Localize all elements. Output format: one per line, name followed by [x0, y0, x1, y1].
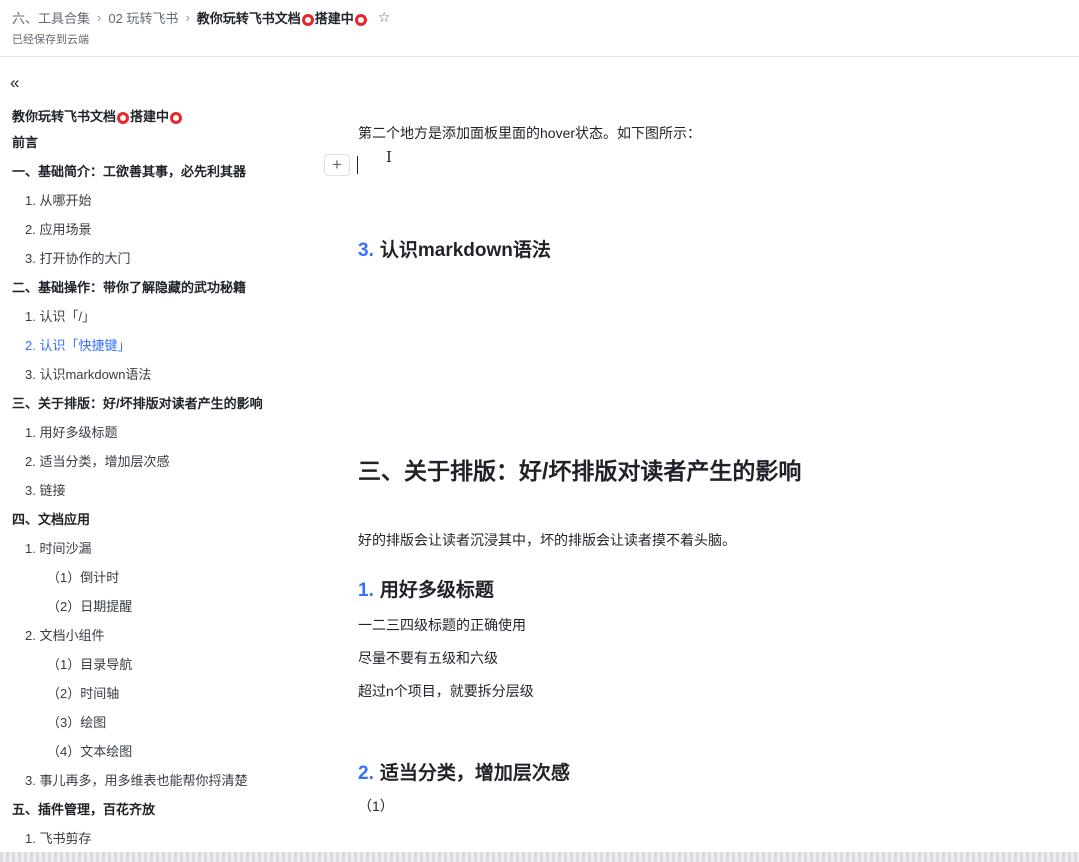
toc-item-drawing[interactable]: （3）绘图 [0, 708, 300, 737]
heading-number: 2. [358, 763, 374, 784]
toc-item-toc-nav[interactable]: （1）目录导航 [0, 650, 300, 679]
heading-text: 认识markdown语法 [379, 240, 551, 261]
toc-item-preface[interactable]: 前言 [0, 128, 300, 157]
red-circle-icon [354, 14, 367, 26]
toc-item-collaboration[interactable]: 3. 打开协作的大门 [0, 244, 300, 273]
toc-title-prefix: 教你玩转飞书文档 [12, 109, 117, 124]
toc-item-classify[interactable]: 2. 适当分类，增加层次感 [0, 447, 300, 476]
paragraph-line-1[interactable]: 一二三四级标题的正确使用 [358, 615, 526, 635]
toc-item-hourglass[interactable]: 1. 时间沙漏 [0, 534, 300, 563]
breadcrumb-current-doc[interactable]: 教你玩转飞书文档 搭建中 [197, 8, 368, 27]
chevron-right-icon: › [185, 10, 190, 25]
toc-item-links[interactable]: 3. 链接 [0, 476, 300, 505]
toc-item-layout[interactable]: 三、关于排版：好/坏排版对读者产生的影响 [0, 389, 300, 418]
text-cursor-icon: I [386, 148, 392, 166]
chevron-right-icon: › [97, 10, 102, 25]
paragraph-layout-intro[interactable]: 好的排版会让读者沉浸其中，坏的排版会让读者摸不着头脑。 [358, 530, 736, 550]
toc-doc-title[interactable]: 教你玩转飞书文档 搭建中 [12, 106, 183, 125]
toc-item-markdown[interactable]: 3. 认识markdown语法 [0, 360, 300, 389]
breadcrumb: 六、工具合集 › 02 玩转飞书 › 教你玩转飞书文档 搭建中 ☆ [12, 8, 390, 27]
toc-item-plugins[interactable]: 五、插件管理，百花齐放 [0, 795, 300, 824]
red-circle-icon [301, 14, 314, 26]
heading-number: 1. [358, 580, 374, 601]
breadcrumb-current-mid: 搭建中 [314, 11, 354, 26]
toc-item-shortcuts[interactable]: 2. 认识「快捷键」 [0, 331, 300, 360]
add-block-button[interactable]: + [324, 154, 350, 176]
toc-item-use-cases[interactable]: 2. 应用场景 [0, 215, 300, 244]
save-status: 已经保存到云端 [12, 34, 89, 46]
heading-number: 3. [358, 240, 374, 261]
toc-item-countdown[interactable]: （1）倒计时 [0, 563, 300, 592]
toc-item-date-reminder[interactable]: （2）日期提醒 [0, 592, 300, 621]
toc-title-mid: 搭建中 [130, 109, 170, 124]
toc-item-bitable[interactable]: 3. 事儿再多，用多维表也能帮你捋清楚 [0, 766, 300, 795]
toc-item-text-drawing[interactable]: （4）文本绘图 [0, 737, 300, 766]
heading-headings[interactable]: 1. 用好多级标题 [358, 575, 494, 602]
heading-layout[interactable]: 三、关于排版：好/坏排版对读者产生的影响 [358, 452, 801, 486]
heading-text: 用好多级标题 [379, 580, 494, 601]
red-circle-icon [117, 112, 130, 124]
toc-item-doc-apps[interactable]: 四、文档应用 [0, 505, 300, 534]
toc-item-widgets[interactable]: 2. 文档小组件 [0, 621, 300, 650]
text-caret [357, 156, 358, 174]
bottom-scroll-edge [0, 852, 1079, 862]
toc-list: 前言 一、基础简介：工欲善其事，必先利其器 1. 从哪开始 2. 应用场景 3.… [0, 128, 300, 853]
toc-item-headings[interactable]: 1. 用好多级标题 [0, 418, 300, 447]
breadcrumb-item-tools[interactable]: 六、工具合集 [12, 8, 90, 27]
heading-text: 适当分类，增加层次感 [379, 763, 570, 784]
heading-classify[interactable]: 2. 适当分类，增加层次感 [358, 758, 570, 785]
toc-item-basics-intro[interactable]: 一、基础简介：工欲善其事，必先利其器 [0, 157, 300, 186]
document-header: 六、工具合集 › 02 玩转飞书 › 教你玩转飞书文档 搭建中 ☆ 已经保存到云端 [0, 0, 1079, 57]
toc-sidebar: « 教你玩转飞书文档 搭建中 前言 一、基础简介：工欲善其事，必先利其器 1. 从… [0, 56, 300, 862]
collapse-sidebar-icon[interactable]: « [10, 74, 19, 91]
heading-markdown[interactable]: 3. 认识markdown语法 [358, 235, 551, 262]
paragraph-line-3[interactable]: 超过n个项目，就要拆分层级 [358, 681, 534, 701]
document-body: 第二个地方是添加面板里面的hover状态。如下图所示： + I 3. 认识mark… [300, 56, 1079, 862]
toc-item-slash[interactable]: 1. 认识「/」 [0, 302, 300, 331]
toc-item-basic-ops[interactable]: 二、基础操作：带你了解隐藏的武功秘籍 [0, 273, 300, 302]
toc-item-clipper[interactable]: 1. 飞书剪存 [0, 824, 300, 853]
paragraph-hover-state[interactable]: 第二个地方是添加面板里面的hover状态。如下图所示： [358, 123, 701, 143]
paragraph-line-4[interactable]: （1） [358, 796, 394, 816]
toc-item-timeline[interactable]: （2）时间轴 [0, 679, 300, 708]
breadcrumb-item-feishu[interactable]: 02 玩转飞书 [108, 8, 178, 27]
star-icon[interactable]: ☆ [378, 9, 391, 26]
breadcrumb-current-prefix: 教你玩转飞书文档 [196, 11, 301, 26]
paragraph-line-2[interactable]: 尽量不要有五级和六级 [358, 648, 498, 668]
toc-item-where-to-start[interactable]: 1. 从哪开始 [0, 186, 300, 215]
red-circle-icon [170, 112, 183, 124]
